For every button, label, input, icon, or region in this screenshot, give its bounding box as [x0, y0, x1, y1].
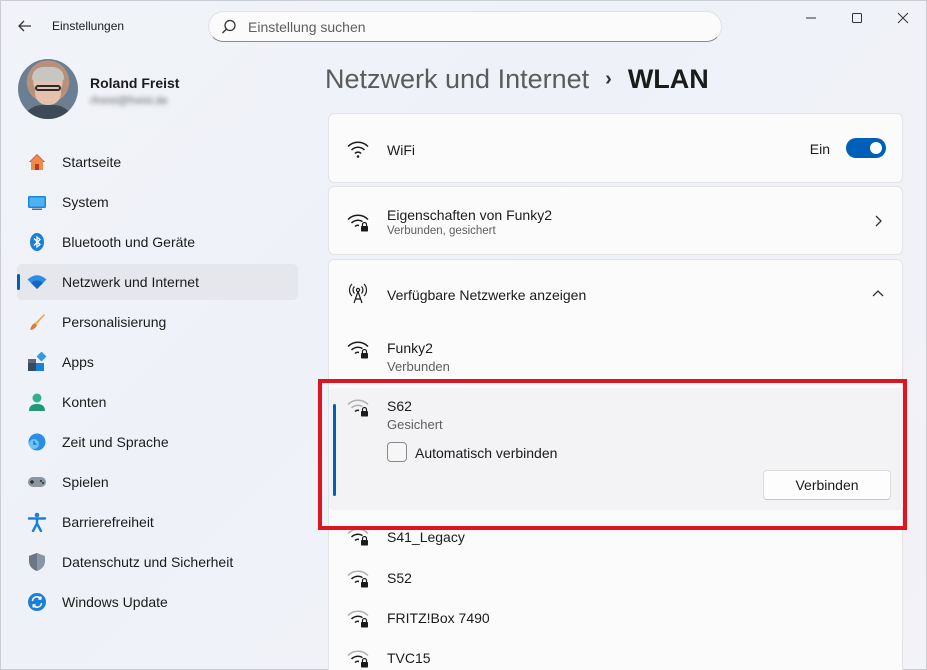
network-ssid: TVC15 [387, 650, 431, 666]
wifi-weak-secured-icon [347, 570, 369, 588]
network-item-s41-legacy[interactable]: S41_Legacy [329, 518, 904, 558]
network-item-fritzbox-7490[interactable]: FRITZ!Box 7490 [329, 598, 904, 638]
sidebar-item-windows-update[interactable]: Windows Update [17, 584, 298, 620]
sidebar-item-personalisierung[interactable]: Personalisierung [17, 304, 298, 340]
chevron-right-icon [868, 211, 888, 231]
wifi-toggle[interactable] [846, 138, 886, 158]
available-networks-header[interactable]: Verfügbare Netzwerke anzeigen [328, 259, 903, 327]
search-icon [222, 19, 236, 34]
antenna-icon [348, 283, 368, 304]
maximize-button[interactable] [834, 1, 880, 35]
close-button[interactable] [880, 1, 926, 35]
gamepad-icon [27, 472, 47, 492]
wifi-secured-icon [347, 214, 369, 232]
sidebar-nav: Startseite System Bluetooth und Geräte N… [17, 144, 298, 624]
user-profile[interactable]: Roland Freist rfreist@freist.de [18, 59, 298, 121]
wifi-weak-secured-icon [347, 610, 369, 628]
sidebar-item-label: Datenschutz und Sicherheit [62, 554, 234, 570]
minimize-icon [806, 17, 816, 19]
network-ssid: S62 [387, 398, 412, 414]
app-title: Einstellungen [52, 19, 125, 33]
sidebar-item-zeit-sprache[interactable]: Zeit und Sprache [17, 424, 298, 460]
home-icon [27, 152, 47, 172]
network-ssid: Funky2 [387, 340, 433, 356]
network-ssid: S41_Legacy [387, 529, 465, 545]
monitor-icon [27, 192, 47, 212]
apps-icon [27, 352, 47, 372]
update-icon [27, 592, 47, 612]
auto-connect-checkbox[interactable] [387, 442, 407, 462]
chevron-up-icon [868, 284, 888, 304]
sidebar-item-label: Spielen [62, 474, 109, 490]
network-item-funky2[interactable]: Funky2 Verbunden [329, 334, 904, 386]
clock-globe-icon [27, 432, 47, 452]
sidebar-item-startseite[interactable]: Startseite [17, 144, 298, 180]
sidebar-item-spielen[interactable]: Spielen [17, 464, 298, 500]
sidebar-item-label: System [62, 194, 109, 210]
sidebar-item-label: Windows Update [62, 594, 168, 610]
sidebar-item-bluetooth[interactable]: Bluetooth und Geräte [17, 224, 298, 260]
network-ssid: FRITZ!Box 7490 [387, 610, 490, 626]
sidebar-item-system[interactable]: System [17, 184, 298, 220]
sidebar-item-apps[interactable]: Apps [17, 344, 298, 380]
connect-button[interactable]: Verbinden [763, 470, 891, 500]
sidebar-item-label: Zeit und Sprache [62, 434, 169, 450]
wifi-toggle-card: WiFi Ein [328, 113, 903, 183]
properties-subtitle: Verbunden, gesichert [387, 225, 496, 237]
wifi-toggle-state: Ein [809, 141, 830, 157]
settings-window: Einstellungen Roland Freist rfreist@frei… [0, 0, 927, 670]
profile-email: rfreist@freist.de [90, 95, 168, 107]
breadcrumb: Netzwerk und Internet › WLAN [325, 59, 709, 99]
search-input[interactable] [248, 17, 708, 37]
avatar [18, 59, 78, 119]
breadcrumb-parent-link[interactable]: Netzwerk und Internet [325, 64, 589, 95]
network-status: Gesichert [387, 417, 443, 432]
bluetooth-icon [27, 232, 47, 252]
sidebar-item-label: Personalisierung [62, 314, 167, 330]
sidebar-item-konten[interactable]: Konten [17, 384, 298, 420]
back-button[interactable] [11, 13, 39, 39]
wifi-weak-secured-icon [347, 528, 369, 546]
network-item-tvc15[interactable]: TVC15 [329, 638, 904, 670]
page-title: WLAN [627, 63, 709, 94]
minimize-button[interactable] [788, 1, 834, 35]
sidebar-item-label: Apps [62, 354, 94, 370]
sidebar-item-label: Barrierefreiheit [62, 514, 154, 530]
accessibility-icon [27, 512, 47, 532]
maximize-icon [852, 13, 862, 23]
sidebar-item-label: Konten [62, 394, 107, 410]
sidebar-item-label: Startseite [62, 154, 122, 170]
network-item-s62[interactable]: S62 Gesichert Automatisch verbinden Verb… [329, 388, 903, 510]
wifi-weak-secured-icon [347, 399, 369, 417]
wifi-weak-secured-icon [347, 650, 369, 668]
account-icon [27, 392, 47, 412]
brush-icon [27, 312, 47, 332]
wifi-label: WiFi [387, 142, 415, 158]
title-bar: Einstellungen [1, 1, 927, 49]
close-icon [897, 12, 909, 24]
properties-title: Eigenschaften von Funky2 [387, 207, 552, 223]
sidebar-item-label: Bluetooth und Geräte [62, 234, 196, 250]
wifi-secured-icon [347, 341, 369, 359]
sidebar-item-netzwerk[interactable]: Netzwerk und Internet [17, 264, 298, 300]
network-item-s52[interactable]: S52 [329, 558, 904, 598]
network-ssid: S52 [387, 570, 412, 586]
network-icon [27, 272, 47, 292]
sidebar-item-datenschutz[interactable]: Datenschutz und Sicherheit [17, 544, 298, 580]
network-status: Verbunden [387, 359, 450, 374]
profile-name: Roland Freist [90, 75, 180, 91]
available-networks-label: Verfügbare Netzwerke anzeigen [387, 287, 587, 303]
auto-connect-label[interactable]: Automatisch verbinden [415, 445, 557, 461]
sidebar-item-barrierefreiheit[interactable]: Barrierefreiheit [17, 504, 298, 540]
shield-icon [27, 552, 47, 572]
arrow-left-icon [18, 20, 31, 32]
search-box[interactable] [208, 11, 722, 42]
breadcrumb-separator: › [605, 67, 612, 90]
sidebar-item-label: Netzwerk und Internet [62, 274, 199, 290]
network-properties-card[interactable]: Eigenschaften von Funky2 Verbunden, gesi… [328, 186, 903, 255]
wifi-icon [347, 141, 369, 158]
